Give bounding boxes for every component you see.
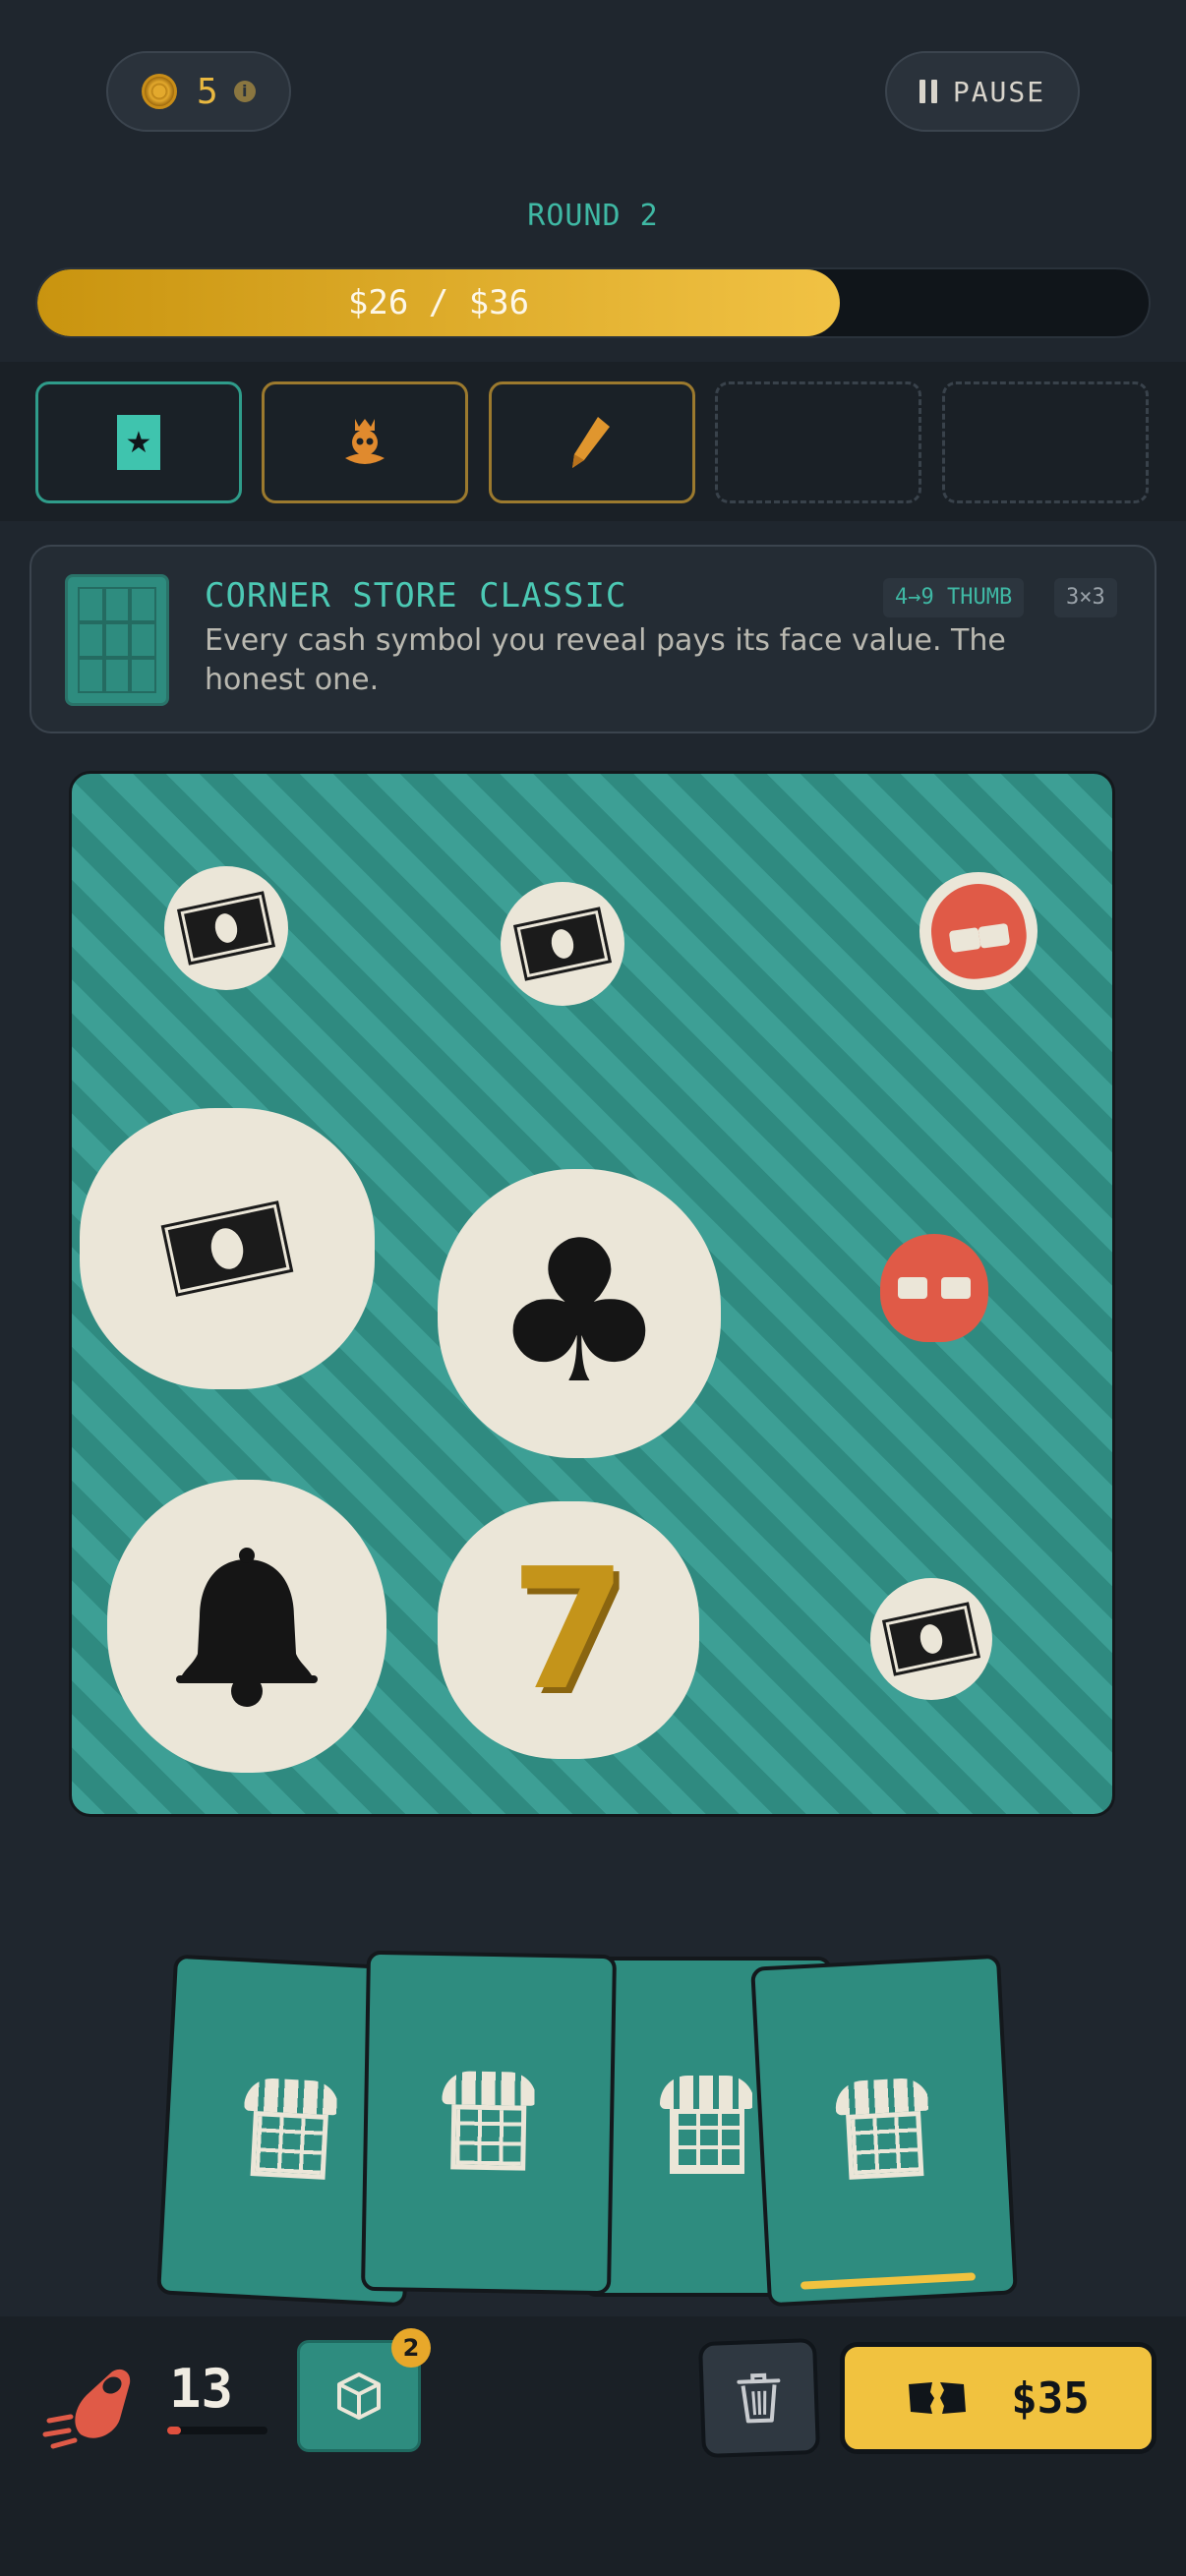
scratch-cell-9[interactable] — [870, 1578, 992, 1700]
scratch-cell-5[interactable]: ♣ — [438, 1169, 721, 1458]
pause-icon — [919, 80, 937, 103]
thumb-icon — [42, 2369, 131, 2449]
hand-ticket-4[interactable] — [750, 1954, 1018, 2308]
upgrade-slot-2[interactable] — [262, 381, 468, 503]
bell-icon — [176, 1548, 318, 1707]
hand-ticket-2[interactable] — [361, 1950, 617, 2296]
skull-icon — [880, 1234, 988, 1342]
scratch-cell-3[interactable] — [919, 872, 1038, 990]
cube-icon — [337, 2372, 381, 2420]
lucky-seven-symbol: 7 — [509, 1533, 627, 1727]
earnings-progress-bar: $26 / $36 — [35, 267, 1151, 338]
buy-price: $35 — [1011, 2372, 1090, 2424]
cash-bill-icon — [160, 1200, 294, 1298]
scratch-cell-8[interactable]: 7 — [438, 1501, 699, 1759]
torn-ticket-icon — [909, 2382, 967, 2414]
coin-icon — [142, 74, 177, 109]
pencil-icon — [572, 417, 610, 468]
four-leaf-clover-icon: ♣ — [491, 1199, 668, 1428]
storefront-icon — [240, 2077, 340, 2185]
cash-bill-icon — [882, 1601, 980, 1677]
scratch-cell-4[interactable] — [80, 1108, 375, 1389]
upgrade-slot-3[interactable] — [489, 381, 695, 503]
thumb-meter — [167, 2427, 267, 2434]
scratch-board[interactable]: ♣ 7 — [69, 771, 1115, 1817]
buy-ticket-button[interactable]: $35 — [840, 2342, 1156, 2454]
upgrade-slot-5-empty[interactable] — [942, 381, 1149, 503]
earnings-progress-text: $26 / $36 — [347, 283, 530, 322]
scratch-cell-2[interactable] — [501, 882, 624, 1006]
scratch-cell-1[interactable] — [164, 866, 288, 990]
deck-count-badge: 2 — [391, 2328, 431, 2368]
ticket-description: Every cash symbol you reveal pays its fa… — [205, 623, 1006, 697]
upgrade-slot-4-empty[interactable] — [715, 381, 921, 503]
storefront-icon — [660, 2076, 754, 2178]
cash-bill-icon — [513, 906, 612, 982]
info-icon[interactable]: i — [233, 81, 256, 102]
discard-button[interactable] — [697, 2337, 821, 2459]
thumb-count: 13 — [169, 2358, 234, 2420]
grid-size-tag: 3×3 — [1054, 578, 1117, 617]
crowned-skull-icon — [345, 419, 385, 464]
upgrade-slot-1[interactable]: ★ — [35, 381, 242, 503]
cash-bill-icon — [177, 890, 275, 966]
coin-count: 5 — [197, 71, 218, 112]
scratch-cell-7[interactable] — [107, 1480, 386, 1773]
pause-button[interactable]: PAUSE — [885, 51, 1080, 132]
pause-label: PAUSE — [952, 75, 1046, 108]
selected-indicator — [800, 2272, 977, 2290]
scratch-cell-6[interactable] — [880, 1234, 988, 1342]
round-label: ROUND 2 — [527, 199, 659, 233]
storefront-icon — [834, 2077, 933, 2185]
thumb-range-tag: 4→9 THUMB — [883, 578, 1025, 617]
star-badge-icon: ★ — [117, 415, 160, 470]
trash-icon — [737, 2372, 781, 2424]
ticket-thumbnail — [65, 574, 169, 706]
ticket-name: CORNER STORE CLASSIC — [205, 576, 627, 615]
skull-icon — [924, 877, 1033, 985]
coin-counter[interactable]: 5 i — [106, 51, 291, 132]
storefront-icon — [441, 2071, 537, 2175]
